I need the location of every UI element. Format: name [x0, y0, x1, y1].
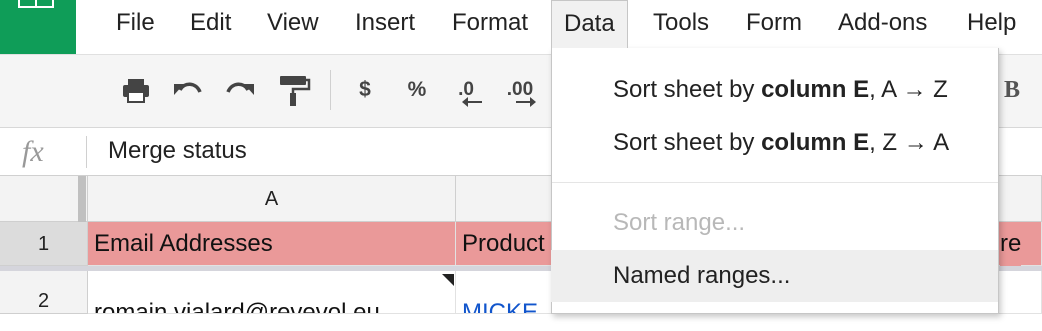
- formula-input[interactable]: Merge status: [108, 132, 247, 172]
- toolbar-separator: [330, 70, 331, 110]
- named-ranges-item[interactable]: Named ranges...: [551, 250, 998, 302]
- sort-za-prefix: Sort sheet by: [613, 129, 762, 156]
- menu-file[interactable]: File: [116, 0, 155, 48]
- decrease-decimal-button[interactable]: .0: [450, 72, 482, 108]
- menu-form[interactable]: Form: [746, 0, 802, 48]
- sort-range-item: Sort range...: [613, 209, 746, 236]
- frozen-column-handle[interactable]: [78, 176, 86, 222]
- cell-a2[interactable]: romain.vialard@revevol.eu: [88, 271, 456, 314]
- sort-az-column: column E: [761, 76, 870, 103]
- cell-header-overflow: re: [1000, 222, 1022, 266]
- sort-az-prefix: Sort sheet by: [613, 76, 762, 103]
- menu-format[interactable]: Format: [452, 0, 528, 48]
- bold-button[interactable]: B: [1004, 72, 1034, 108]
- column-header-a[interactable]: A: [88, 176, 456, 222]
- cell-a1[interactable]: Email Addresses: [88, 222, 456, 266]
- menu-data[interactable]: Data: [551, 0, 628, 50]
- arrow-right-icon: [516, 97, 536, 107]
- menu-insert[interactable]: Insert: [355, 0, 415, 48]
- sort-sheet-z-to-a[interactable]: Sort sheet by column E, Z → A: [551, 117, 998, 169]
- menu-add-ons[interactable]: Add-ons: [838, 0, 927, 48]
- fx-icon: fx: [22, 135, 44, 168]
- arrow-left-icon: [462, 97, 482, 107]
- sort-sheet-a-to-z[interactable]: Sort sheet by column E, A → Z: [551, 64, 998, 116]
- undo-icon[interactable]: [170, 72, 206, 108]
- menu-separator: [552, 182, 998, 183]
- sort-az-suffix: , A → Z: [869, 76, 948, 103]
- select-all-corner[interactable]: [0, 176, 88, 222]
- print-icon[interactable]: [118, 72, 154, 108]
- sheets-logo[interactable]: [0, 0, 76, 54]
- menu-view[interactable]: View: [267, 0, 319, 48]
- menu-help[interactable]: Help: [967, 0, 1016, 48]
- redo-icon[interactable]: [222, 72, 258, 108]
- row-header-2[interactable]: 2: [0, 271, 88, 314]
- paint-format-icon[interactable]: [276, 72, 312, 108]
- percent-format-button[interactable]: %: [403, 72, 431, 108]
- menu-tools[interactable]: Tools: [653, 0, 709, 48]
- row-header-1[interactable]: 1: [0, 222, 88, 266]
- sheets-logo-icon: [18, 0, 54, 8]
- formula-bar-divider: [86, 136, 87, 168]
- dropdown-tab-join: [552, 48, 636, 52]
- sort-za-column: column E: [761, 129, 870, 156]
- increase-decimal-button[interactable]: .00: [500, 72, 540, 108]
- menu-edit[interactable]: Edit: [190, 0, 231, 48]
- currency-format-button[interactable]: $: [352, 72, 378, 108]
- cell-note-indicator[interactable]: [442, 274, 454, 286]
- sort-za-suffix: , Z → A: [869, 129, 950, 156]
